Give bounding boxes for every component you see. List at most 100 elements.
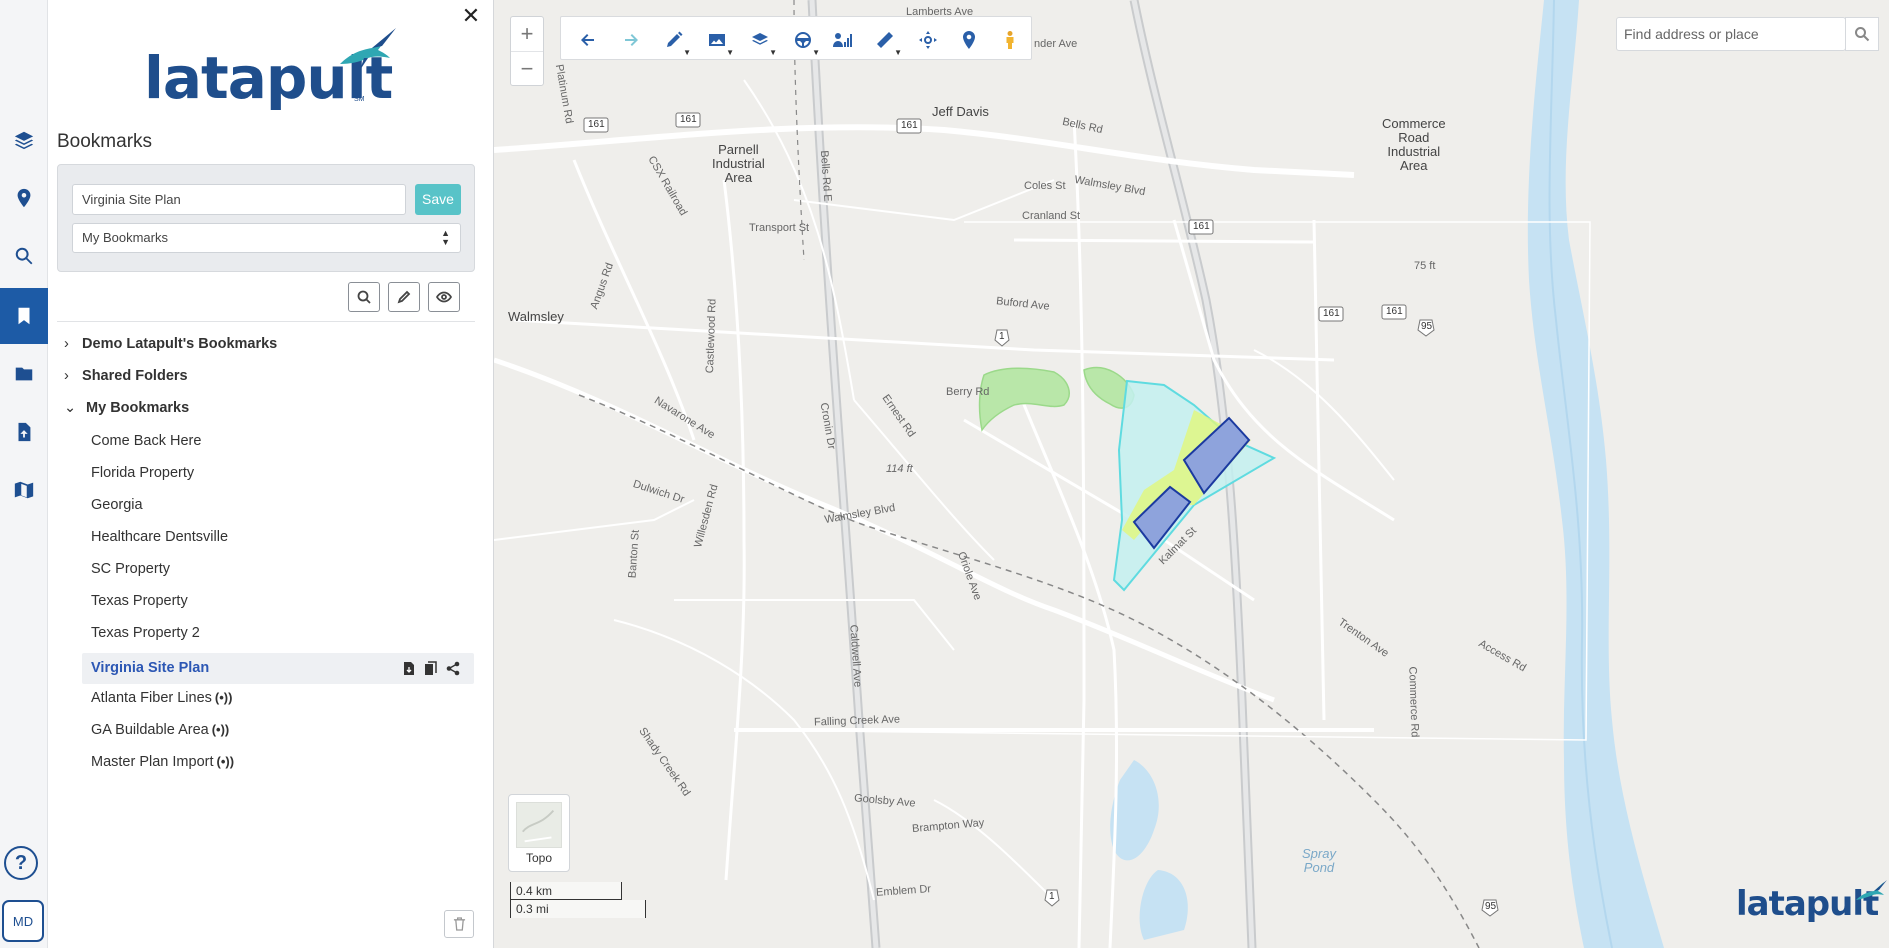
share-icon[interactable]	[446, 661, 460, 676]
drop-pin-button[interactable]	[956, 29, 982, 51]
scale-mi-label: 0.3 mi	[510, 900, 646, 918]
person-chart-icon	[833, 33, 852, 47]
live-layer-icon: (•))	[211, 722, 230, 737]
dropdown-caret-icon: ▼	[726, 48, 734, 57]
zoom-in-button[interactable]: +	[511, 17, 543, 52]
tree-folder-my-bookmarks[interactable]: ⌄ My Bookmarks	[64, 400, 189, 416]
undo-button[interactable]	[575, 29, 601, 51]
folder-icon[interactable]	[0, 346, 48, 402]
measure-button[interactable]: ▼	[872, 29, 902, 57]
bookmark-item[interactable]: Master Plan Import (•))	[91, 754, 234, 770]
export-file-icon[interactable]	[402, 661, 416, 676]
folder-select-value: My Bookmarks	[82, 230, 168, 245]
save-bookmark-form: Save My Bookmarks ▲▼	[57, 164, 475, 272]
save-button[interactable]: Save	[415, 184, 461, 215]
live-layer-icon: (•))	[216, 754, 235, 769]
pencil-icon	[397, 290, 411, 304]
topo-basemap	[494, 0, 1664, 948]
map-road-label: Berry Rd	[946, 386, 990, 398]
user-avatar-button[interactable]: MD	[2, 900, 44, 942]
shield-label: 161	[1386, 306, 1403, 317]
search-icon[interactable]	[0, 228, 48, 284]
bookmark-item[interactable]: SC Property	[91, 561, 170, 577]
arrow-right-icon	[625, 34, 638, 46]
map-toolbar: ▼ ▼ ▼ ▼ ▼	[560, 16, 1032, 60]
tree-folder-label: Shared Folders	[82, 368, 188, 384]
address-search-input[interactable]: Find address or place	[1616, 17, 1846, 51]
magnifier-icon	[1855, 27, 1870, 42]
map-road-label: Transport St	[749, 222, 810, 234]
ruler-icon	[877, 32, 893, 48]
layers-pencil-icon	[752, 33, 768, 45]
bookmark-item[interactable]: GA Buildable Area (•))	[91, 722, 229, 738]
bookmark-item[interactable]: Florida Property	[91, 465, 194, 481]
demographics-button[interactable]	[829, 29, 855, 51]
edit-bookmarks-button[interactable]	[388, 282, 420, 312]
tree-folder-label: My Bookmarks	[86, 400, 190, 416]
dropdown-caret-icon: ▼	[894, 48, 902, 57]
shield-label: 161	[588, 119, 605, 130]
app-window: ? MD ✕ latapult SM Bookmarks Save My Boo…	[0, 0, 1889, 948]
file-upload-icon[interactable]	[0, 404, 48, 460]
locate-button[interactable]	[915, 29, 941, 51]
logo-trademark: SM	[354, 96, 365, 103]
map-icon[interactable]	[0, 462, 48, 518]
dropdown-caret-icon: ▼	[683, 48, 691, 57]
bookmark-item[interactable]: Georgia	[91, 497, 143, 513]
bookmark-item-label: Master Plan Import	[91, 754, 214, 770]
street-view-button[interactable]	[997, 29, 1023, 51]
bookmark-icon[interactable]	[0, 288, 48, 344]
dropdown-caret-icon: ▼	[769, 48, 777, 57]
delete-bookmark-button[interactable]	[444, 910, 474, 938]
bookmark-item-label: Virginia Site Plan	[91, 660, 210, 676]
map-canvas[interactable]: Jeff Davis Parnell Industrial Area Comme…	[494, 0, 1889, 948]
panel-title: Bookmarks	[57, 131, 153, 152]
copy-icon[interactable]	[424, 661, 438, 676]
bookmark-item-label: GA Buildable Area	[91, 722, 209, 738]
bookmark-item-active[interactable]: Virginia Site Plan	[82, 653, 474, 684]
map-place-label: Jeff Davis	[932, 104, 989, 119]
select-arrows-icon: ▲ ▼	[441, 228, 450, 247]
map-road-label: Coles St	[1024, 180, 1066, 192]
chevron-down-icon: ⌄	[64, 400, 77, 416]
bookmark-item[interactable]: Texas Property	[91, 593, 188, 609]
layers-icon[interactable]	[0, 112, 48, 168]
draw-tool-button[interactable]: ▼	[661, 29, 691, 57]
address-search-button[interactable]	[1845, 17, 1879, 51]
shield-label: 161	[1323, 308, 1340, 319]
layer-draw-button[interactable]: ▼	[747, 29, 777, 57]
search-bookmarks-button[interactable]	[348, 282, 380, 312]
zoom-control: + −	[510, 16, 544, 86]
hummingbird-icon	[1856, 880, 1887, 900]
image-tool-button[interactable]: ▼	[704, 29, 734, 57]
steering-wheel-icon	[795, 32, 811, 48]
folder-select[interactable]: My Bookmarks ▲ ▼	[72, 223, 461, 253]
basemap-toggle[interactable]: Topo	[508, 794, 570, 872]
image-icon	[709, 34, 725, 46]
bookmark-item[interactable]: Atlanta Fiber Lines (•))	[91, 690, 232, 706]
basemap-label: Topo	[525, 851, 553, 865]
redo-button[interactable]	[618, 29, 644, 51]
divider	[57, 321, 475, 322]
tree-folder-shared[interactable]: › Shared Folders	[64, 368, 188, 384]
bookmark-name-input[interactable]	[72, 184, 406, 215]
close-panel-button[interactable]: ✕	[459, 4, 483, 28]
tree-folder-label: Demo Latapult's Bookmarks	[82, 336, 278, 352]
zoom-out-button[interactable]: −	[511, 52, 543, 87]
tree-folder-demo[interactable]: › Demo Latapult's Bookmarks	[64, 336, 277, 352]
drive-time-button[interactable]: ▼	[790, 29, 820, 57]
map-road-label: Cranland St	[1022, 210, 1081, 222]
map-road-label: Commerce Rd	[1406, 666, 1421, 738]
latapult-logo: latapult SM	[144, 24, 404, 112]
bookmark-item[interactable]: Texas Property 2	[91, 625, 200, 641]
map-place-label: Spray Pond	[1302, 846, 1336, 875]
bookmark-item-label: Atlanta Fiber Lines	[91, 690, 212, 706]
help-button[interactable]: ?	[4, 846, 38, 880]
view-bookmarks-button[interactable]	[428, 282, 460, 312]
hummingbird-icon	[340, 28, 396, 70]
bookmark-item[interactable]: Healthcare Dentsville	[91, 529, 228, 545]
bookmark-item[interactable]: Come Back Here	[91, 433, 201, 449]
map-road-label: 114 ft	[886, 463, 913, 475]
map-pin-icon[interactable]	[0, 170, 48, 226]
shield-label: 95	[1485, 901, 1497, 912]
